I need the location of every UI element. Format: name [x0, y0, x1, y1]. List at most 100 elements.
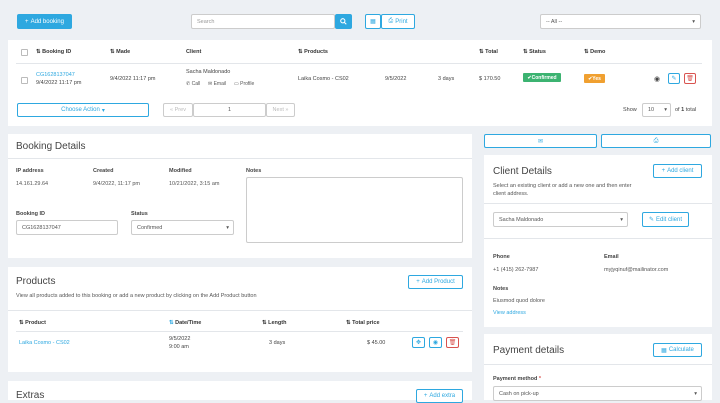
- next-page-button[interactable]: Next »: [266, 103, 295, 117]
- col-status[interactable]: ⇅ Status: [523, 49, 546, 55]
- print-icon: ⎙: [388, 18, 394, 24]
- product-duration: 3 days: [438, 76, 455, 82]
- view-product-button[interactable]: ◉: [429, 337, 442, 348]
- delete-booking-button[interactable]: 🗑: [684, 73, 696, 84]
- per-page-select[interactable]: 10 ▾: [642, 103, 671, 117]
- search-input[interactable]: Search: [191, 14, 335, 29]
- add-product-button[interactable]: + Add Product: [408, 275, 463, 289]
- made-date: 9/4/2022 11:17 pm: [110, 76, 156, 82]
- booking-details-title: Booking Details: [16, 141, 86, 152]
- divider: [484, 364, 712, 365]
- client-email-link[interactable]: ✉ Email: [208, 81, 226, 87]
- row-total: $ 170.50: [479, 76, 501, 82]
- client-call-link[interactable]: ✆ Call: [186, 81, 200, 87]
- client-name: Sacha Maldonado: [186, 69, 231, 75]
- page-input[interactable]: 1: [193, 103, 266, 117]
- edit-icon: ✎: [648, 217, 654, 223]
- client-details-title: Client Details: [493, 166, 552, 177]
- product-date: 9/5/2022: [385, 76, 407, 82]
- ip-label: IP address: [16, 168, 44, 174]
- booking-id-field[interactable]: CG1628137047: [16, 220, 118, 235]
- select-all-checkbox[interactable]: [21, 49, 28, 56]
- eye-icon[interactable]: ◉: [654, 75, 660, 83]
- email-value: myjyqinuf@mailinator.com: [604, 267, 669, 273]
- print-booking-button[interactable]: ⎙: [601, 134, 711, 148]
- notes-textarea[interactable]: [246, 177, 463, 243]
- move-icon: ✥: [415, 340, 422, 346]
- divider: [8, 158, 472, 159]
- modified-value: 10/21/2022, 3:15 am: [169, 181, 220, 187]
- filter-select[interactable]: -- All -- ▾: [540, 14, 701, 29]
- divider: [16, 331, 463, 332]
- plus-icon: +: [661, 168, 666, 174]
- client-select[interactable]: Sacha Maldonado ▾: [493, 212, 628, 227]
- col-product[interactable]: ⇅ Product: [19, 320, 46, 326]
- chevron-down-icon: ▾: [694, 390, 697, 397]
- client-profile-link[interactable]: ▭ Profile: [234, 81, 254, 87]
- divider: [484, 203, 712, 204]
- choose-action-dropdown[interactable]: Choose Action ▾: [17, 103, 149, 117]
- delete-product-button[interactable]: 🗑: [446, 337, 459, 348]
- chevron-down-icon: ▾: [226, 224, 229, 231]
- view-address-link[interactable]: View address: [493, 310, 526, 316]
- pencil-icon: ✎: [671, 76, 677, 82]
- show-label: Show: [623, 107, 637, 113]
- phone-value: +1 (415) 262-7987: [493, 267, 539, 273]
- status-badge: ✔ Confirmed: [523, 73, 561, 82]
- trash-icon: 🗑: [686, 76, 694, 82]
- envelope-icon: ✉: [537, 138, 544, 145]
- move-product-button[interactable]: ✥: [412, 337, 425, 348]
- chevron-down-icon: ▾: [692, 18, 695, 25]
- product-row-date: 9/5/2022: [169, 336, 191, 342]
- pager-summary: of 1 total: [675, 107, 697, 113]
- col-demo[interactable]: ⇅ Demo: [584, 49, 605, 55]
- booking-date: 9/4/2022 11:17 pm: [36, 80, 82, 86]
- ip-value: 14.161.29.64: [16, 181, 49, 187]
- row-checkbox[interactable]: [21, 77, 28, 84]
- caret-down-icon: ▾: [101, 107, 105, 114]
- calculator-icon: ▦: [661, 347, 667, 354]
- client-notes-label: Notes: [493, 286, 509, 292]
- modified-label: Modified: [169, 168, 192, 174]
- add-booking-button[interactable]: + Add booking: [17, 14, 72, 29]
- print-icon: ⎙: [653, 137, 659, 144]
- trash-icon: 🗑: [448, 340, 457, 346]
- edit-booking-button[interactable]: ✎: [668, 73, 680, 84]
- plus-icon: +: [25, 18, 29, 25]
- grid-view-button[interactable]: ▦: [365, 14, 381, 29]
- col-total[interactable]: ⇅ Total: [479, 49, 498, 55]
- search-button[interactable]: [335, 14, 352, 29]
- demo-badge: ✔ Yes: [584, 74, 605, 83]
- client-notes-value: Eiusmod quod dolore: [493, 298, 545, 304]
- payment-title: Payment details: [493, 345, 565, 356]
- divider: [484, 238, 712, 239]
- created-value: 9/4/2022, 11:17 pm: [93, 181, 140, 187]
- payment-method-select[interactable]: Cash on pick-up ▾: [493, 386, 702, 401]
- created-label: Created: [93, 168, 114, 174]
- booking-id-link[interactable]: CG1628137047: [36, 72, 75, 78]
- col-booking-id[interactable]: ⇅ Booking ID: [36, 49, 71, 55]
- eye-icon: ◉: [432, 340, 439, 346]
- add-extra-button[interactable]: + Add extra: [416, 389, 463, 403]
- status-select[interactable]: Confirmed ▾: [131, 220, 234, 235]
- product-link[interactable]: Laika Cosmo - CS02: [19, 340, 70, 346]
- extras-title: Extras: [16, 390, 45, 401]
- prev-page-button[interactable]: « Prev: [163, 103, 193, 117]
- product-row-time: 9:00 am: [169, 344, 189, 350]
- edit-client-button[interactable]: ✎ Edit client: [642, 212, 689, 227]
- grid-icon: ▦: [370, 19, 376, 25]
- chevron-down-icon: ▾: [664, 107, 667, 113]
- chevron-down-icon: ▾: [620, 216, 623, 223]
- phone-label: Phone: [493, 254, 510, 260]
- print-button[interactable]: ⎙ Print: [381, 14, 415, 29]
- col-length[interactable]: ⇅ Length: [262, 320, 286, 326]
- col-datetime[interactable]: ⇅ Date/Time: [169, 320, 201, 326]
- email-button[interactable]: ✉: [484, 134, 597, 148]
- add-client-button[interactable]: + Add client: [653, 164, 702, 178]
- product-row-price: $ 45.00: [367, 340, 386, 346]
- calculate-button[interactable]: ▦ Calculate: [653, 343, 702, 357]
- product-name: Laika Cosmo - CS02: [298, 76, 349, 82]
- col-made[interactable]: ⇅ Made: [110, 49, 130, 55]
- col-products[interactable]: ⇅ Products: [298, 49, 328, 55]
- col-total-price[interactable]: ⇅ Total price: [346, 320, 380, 326]
